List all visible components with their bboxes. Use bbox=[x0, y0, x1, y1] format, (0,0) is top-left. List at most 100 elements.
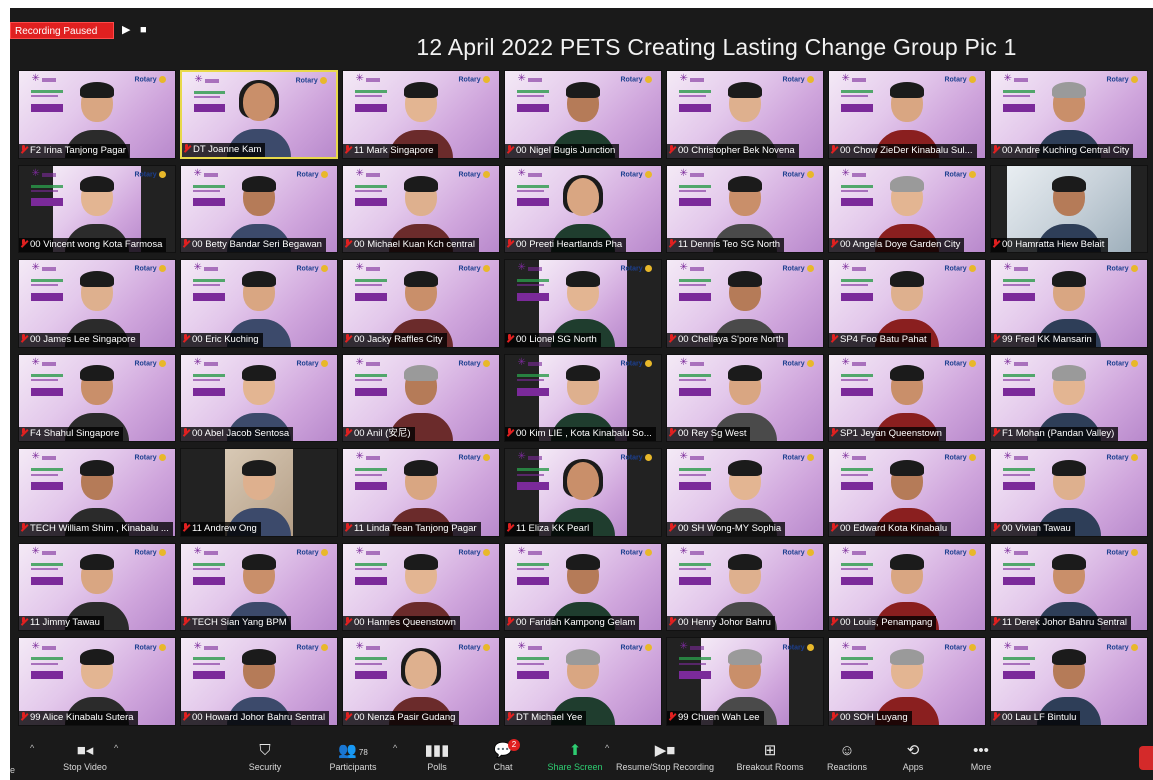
participant-tile[interactable]: Rotary 00 Howard Johor Bahru Sentral bbox=[180, 637, 338, 726]
apps-button[interactable]: ⟲ Apps bbox=[876, 740, 950, 772]
background-decoration bbox=[355, 279, 387, 283]
participant-tile[interactable]: Rotary 00 Nenza Pasir Gudang bbox=[342, 637, 500, 726]
participant-tile[interactable]: Rotary 00 Edward Kota Kinabalu bbox=[828, 448, 986, 537]
district-logo-icon bbox=[1003, 262, 1029, 274]
participant-tile[interactable]: 00 Hamratta Hiew Belait bbox=[990, 164, 1148, 254]
background-decoration bbox=[193, 568, 220, 571]
rotary-logo: Rotary bbox=[782, 76, 813, 84]
participant-tile[interactable]: Rotary 11 Derek Johor Bahru Sentral bbox=[990, 542, 1148, 632]
muted-mic-icon bbox=[993, 428, 999, 437]
participant-tile[interactable]: Rotary 00 Eric Kuching bbox=[180, 259, 338, 348]
participant-tile[interactable]: Rotary 00 Lau LF Bintulu bbox=[990, 637, 1148, 726]
participant-tile[interactable]: Rotary 00 James Lee Singapore bbox=[18, 259, 176, 348]
resume-stop-recording-button[interactable]: ▶■ Resume/Stop Recording bbox=[614, 740, 716, 772]
district-logo-icon bbox=[193, 641, 219, 653]
polls-button[interactable]: ▮▮▮ Polls bbox=[400, 740, 474, 772]
participant-tile[interactable]: Rotary SP4 Foo Batu Pahat bbox=[828, 259, 986, 348]
participants-button[interactable]: 👥 78 Participants bbox=[316, 740, 390, 772]
participant-tile[interactable]: Rotary 00 SOH Luyang bbox=[828, 637, 986, 726]
stop-video-button[interactable]: ■◂ Stop Video bbox=[48, 740, 122, 772]
district-logo-icon bbox=[31, 168, 57, 180]
participant-tile[interactable]: Rotary 00 Henry Johor Bahru bbox=[666, 542, 824, 632]
participant-tile[interactable]: Rotary 00 Abel Jacob Sentosa bbox=[180, 353, 338, 443]
district-logo-icon bbox=[31, 73, 57, 85]
reactions-button[interactable]: ☺ Reactions bbox=[810, 740, 884, 772]
participant-tile[interactable]: Rotary 00 Louis, Penampang bbox=[828, 542, 986, 632]
muted-mic-icon bbox=[993, 617, 999, 626]
rotary-logo: Rotary bbox=[782, 265, 813, 273]
participant-tile[interactable]: Rotary 00 Vincent wong Kota Farmosa bbox=[18, 164, 176, 254]
participant-name: 00 Nenza Pasir Gudang bbox=[354, 711, 456, 723]
district-logo-icon bbox=[355, 73, 381, 85]
background-decoration bbox=[679, 568, 706, 571]
rotary-logo: Rotary bbox=[782, 644, 813, 651]
rotary-logo: Rotary bbox=[134, 644, 165, 651]
participant-name: 11 Dennis Teo SG North bbox=[678, 239, 781, 251]
participant-tile[interactable]: Rotary TECH William Shim , Kinabalu ... bbox=[18, 448, 176, 537]
meeting-toolbar: e ^ ■◂ Stop Video ^ ⛉ Security 👥 78 Parti… bbox=[10, 738, 1153, 780]
participant-tile[interactable]: Rotary 00 Hannes Queenstown bbox=[342, 542, 500, 632]
more-button[interactable]: ••• More bbox=[944, 740, 1018, 772]
participant-tile[interactable]: Rotary 00 Anil (安尼) bbox=[342, 353, 500, 443]
participant-tile[interactable]: Rotary 00 SH Wong-MY Sophia bbox=[666, 448, 824, 537]
participant-name: 00 Rey Sg West bbox=[678, 428, 747, 440]
participant-tile[interactable]: Rotary 00 Faridah Kampong Gelam bbox=[504, 542, 662, 632]
background-decoration bbox=[841, 657, 873, 661]
participant-tile[interactable]: Rotary TECH Sian Yang BPM bbox=[180, 542, 338, 632]
participant-name: 00 Howard Johor Bahru Sentral bbox=[192, 711, 326, 723]
participant-tile[interactable]: Rotary 00 Andre Kuching Central City bbox=[990, 70, 1148, 159]
participant-tile[interactable]: Rotary 00 Chellaya S'pore North bbox=[666, 259, 824, 348]
participant-tile[interactable]: Rotary 11 Linda Tean Tanjong Pagar bbox=[342, 448, 500, 537]
rotary-logo: Rotary bbox=[134, 76, 165, 84]
participant-tile[interactable]: 11 Andrew Ong bbox=[180, 448, 338, 537]
role-badge bbox=[1003, 671, 1035, 680]
participant-tile[interactable]: Rotary 11 Mark Singapore bbox=[342, 70, 500, 159]
participant-tile[interactable]: Rotary 00 Nigel Bugis Junction bbox=[504, 70, 662, 159]
participant-tile[interactable]: Rotary F1 Mohan (Pandan Valley) bbox=[990, 353, 1148, 443]
security-button[interactable]: ⛉ Security bbox=[228, 740, 302, 772]
muted-mic-icon bbox=[507, 144, 513, 154]
participant-tile[interactable]: Rotary DT Michael Yee bbox=[504, 637, 662, 726]
audio-options-chevron-icon[interactable]: ^ bbox=[30, 743, 34, 753]
participant-tile[interactable]: Rotary 99 Chuen Wah Lee bbox=[666, 637, 824, 726]
share-options-chevron-icon[interactable]: ^ bbox=[605, 743, 609, 753]
participant-name-label: 00 Rey Sg West bbox=[667, 427, 751, 442]
participant-tile[interactable]: Rotary F2 Irina Tanjong Pagar bbox=[18, 70, 176, 159]
participant-tile[interactable]: Rotary 00 Preeti Heartlands Pha bbox=[504, 164, 662, 254]
participant-tile[interactable]: Rotary 00 Lionel SG North bbox=[504, 259, 662, 348]
participant-name: 00 Vivian Tawau bbox=[1002, 522, 1071, 534]
participant-tile[interactable]: Rotary 00 Jacky Raffles City bbox=[342, 259, 500, 348]
breakout-rooms-button[interactable]: ⊞ Breakout Rooms bbox=[728, 740, 812, 772]
background-decoration bbox=[31, 90, 63, 94]
background-decoration bbox=[355, 657, 387, 661]
background-decoration bbox=[517, 373, 549, 377]
participant-tile[interactable]: Rotary 99 Alice Kinabalu Sutera bbox=[18, 637, 176, 726]
role-badge bbox=[1003, 576, 1035, 585]
participant-tile[interactable]: Rotary 00 Michael Kuan Kch central bbox=[342, 164, 500, 254]
participant-tile[interactable]: Rotary DT Joanne Kam bbox=[180, 70, 338, 159]
participant-tile[interactable]: Rotary 11 Dennis Teo SG North bbox=[666, 164, 824, 254]
participant-tile[interactable]: Rotary F4 Shahul Singapore bbox=[18, 353, 176, 443]
participant-tile[interactable]: Rotary 00 Kim LIE , Kota Kinabalu So... bbox=[504, 353, 662, 443]
participant-tile[interactable]: Rotary 00 Angela Doye Garden City bbox=[828, 164, 986, 254]
smiley-reaction-icon: ☺ bbox=[839, 742, 855, 759]
participant-tile[interactable]: Rotary 11 Eliza KK Pearl bbox=[504, 448, 662, 537]
chat-button[interactable]: 💬 2 Chat bbox=[466, 739, 540, 772]
role-badge bbox=[193, 198, 225, 207]
participant-tile[interactable]: Rotary 00 Chow ZieDer Kinabalu Sul... bbox=[828, 70, 986, 159]
participant-tile[interactable]: Rotary SP1 Jeyan Queenstown bbox=[828, 353, 986, 443]
participant-name: 00 Jacky Raffles City bbox=[354, 333, 443, 345]
end-meeting-button[interactable] bbox=[1139, 746, 1153, 770]
participant-tile[interactable]: Rotary 00 Vivian Tawau bbox=[990, 448, 1148, 537]
participant-tile[interactable]: Rotary 00 Betty Bandar Seri Begawan bbox=[180, 164, 338, 254]
role-badge bbox=[1003, 103, 1035, 112]
participant-tile[interactable]: Rotary 99 Fred KK Mansarin bbox=[990, 259, 1148, 348]
participant-tile[interactable]: Rotary 00 Christopher Bek Novena bbox=[666, 70, 824, 159]
participants-options-chevron-icon[interactable]: ^ bbox=[393, 743, 397, 753]
background-decoration bbox=[355, 562, 387, 566]
share-screen-button[interactable]: ⬆ Share Screen bbox=[538, 740, 612, 772]
participant-tile[interactable]: Rotary 11 Jimmy Tawau bbox=[18, 542, 176, 632]
video-options-chevron-icon[interactable]: ^ bbox=[114, 743, 118, 753]
participant-name: 00 Chellaya S'pore North bbox=[678, 333, 784, 345]
participant-tile[interactable]: Rotary 00 Rey Sg West bbox=[666, 353, 824, 443]
